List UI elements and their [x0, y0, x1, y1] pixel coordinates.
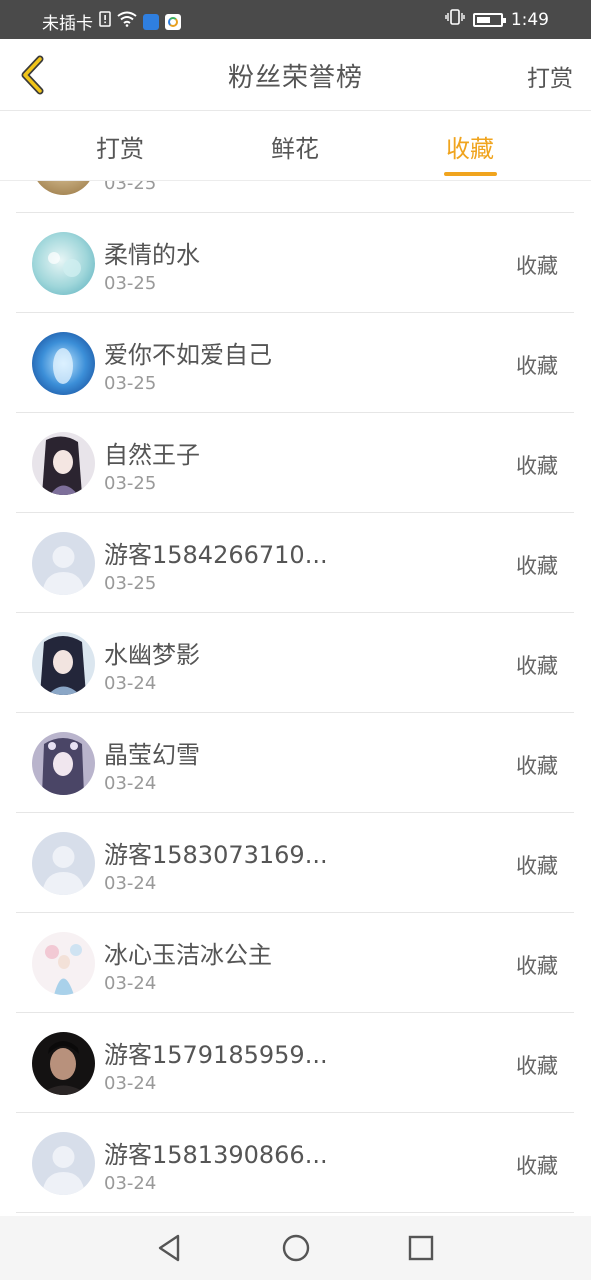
app-badge-icon — [143, 13, 159, 30]
status-left: 未插卡 — [42, 9, 181, 34]
fan-row[interactable]: 03-25收藏 — [16, 181, 574, 213]
nav-recents-button[interactable] — [405, 1232, 437, 1264]
fan-date: 03-24 — [104, 673, 157, 694]
avatar[interactable] — [32, 732, 95, 795]
fan-row[interactable]: 水幽梦影 03-24 收藏 — [16, 613, 574, 713]
fan-date: 03-24 — [104, 973, 157, 994]
fan-name: 游客1581390866... — [104, 1141, 328, 1169]
avatar[interactable] — [32, 632, 95, 695]
reward-button[interactable]: 打赏 — [527, 59, 573, 93]
active-tab-indicator — [444, 172, 497, 176]
fan-date: 03-25 — [104, 473, 157, 494]
fan-row[interactable]: 游客1579185959... 03-24 收藏 — [16, 1013, 574, 1113]
avatar[interactable] — [32, 232, 95, 295]
fan-action-label: 收藏 — [516, 654, 558, 678]
clock-time: 1:49 — [510, 9, 549, 30]
fan-action-label: 收藏 — [516, 1154, 558, 1178]
fan-action-label: 收藏 — [516, 954, 558, 978]
fan-date: 03-24 — [104, 1173, 157, 1194]
fan-action-label: 收藏 — [516, 754, 558, 778]
fan-row[interactable]: 自然王子 03-25 收藏 — [16, 413, 574, 513]
avatar[interactable] — [32, 432, 95, 495]
avatar[interactable] — [32, 332, 95, 395]
fan-name: 柔情的水 — [104, 241, 200, 269]
status-bar: 未插卡 1:49 — [0, 0, 591, 39]
fan-name: 游客1579185959... — [104, 1041, 328, 1069]
fan-date: 03-25 — [104, 373, 157, 394]
vibrate-icon — [445, 9, 465, 30]
fan-action-label: 收藏 — [516, 854, 558, 878]
fan-row[interactable]: 冰心玉洁冰公主 03-24 收藏 — [16, 913, 574, 1013]
fan-name: 游客1584266710... — [104, 541, 328, 569]
avatar[interactable] — [32, 932, 95, 995]
fan-name: 冰心玉洁冰公主 — [104, 941, 272, 969]
system-nav-bar — [0, 1216, 591, 1280]
fan-row[interactable]: 游客1583073169... 03-24 收藏 — [16, 813, 574, 913]
tab-reward[interactable]: 打赏 — [60, 129, 180, 164]
fan-name: 游客1583073169... — [104, 841, 328, 869]
fan-action-label: 收藏 — [516, 1054, 558, 1078]
home-circle-icon — [282, 1234, 310, 1262]
fan-name: 自然王子 — [104, 441, 200, 469]
back-triangle-icon — [158, 1234, 180, 1262]
fan-date: 03-24 — [104, 773, 157, 794]
page-title: 粉丝荣誉榜 — [227, 63, 363, 93]
fan-date: 03-25 — [104, 273, 157, 294]
tab-bar: 打赏 鲜花 收藏 — [0, 111, 591, 181]
fan-date: 03-25 — [104, 181, 157, 194]
avatar[interactable] — [32, 181, 95, 195]
fan-row[interactable]: 爱你不如爱自己 03-25 收藏 — [16, 313, 574, 413]
fan-action-label: 收藏 — [516, 454, 558, 478]
fan-row[interactable]: 游客1581390866... 03-24 收藏 — [16, 1113, 574, 1213]
fan-date: 03-24 — [104, 873, 157, 894]
status-right: 1:49 — [445, 9, 549, 30]
fan-date: 03-25 — [104, 573, 157, 594]
fan-row[interactable]: 晶莹幻雪 03-24 收藏 — [16, 713, 574, 813]
tab-favorites[interactable]: 收藏 — [410, 129, 530, 164]
nav-home-button[interactable] — [280, 1232, 312, 1264]
fan-list: 03-25收藏柔情的水03-25收藏爱你不如爱自己03-25收藏自然王子03-2… — [0, 181, 591, 1213]
sim-alert-icon — [99, 11, 111, 32]
fan-action-label: 收藏 — [516, 354, 558, 378]
fan-name: 水幽梦影 — [104, 641, 200, 669]
fan-list-viewport[interactable]: 03-25收藏柔情的水03-25收藏爱你不如爱自己03-25收藏自然王子03-2… — [0, 181, 591, 1216]
nav-back-button[interactable] — [154, 1232, 186, 1264]
wifi-icon — [117, 11, 137, 32]
fan-name: 晶莹幻雪 — [104, 741, 200, 769]
avatar[interactable] — [32, 832, 95, 895]
app-header: 粉丝荣誉榜 打赏 — [0, 39, 591, 111]
carrier-text: 未插卡 — [42, 14, 93, 34]
avatar[interactable] — [32, 1132, 95, 1195]
fan-name: 爱你不如爱自己 — [104, 341, 272, 369]
avatar[interactable] — [32, 532, 95, 595]
fan-action-label: 收藏 — [516, 554, 558, 578]
tab-flowers[interactable]: 鲜花 — [235, 129, 355, 164]
fan-row[interactable]: 柔情的水 03-25 收藏 — [16, 213, 574, 313]
fan-row[interactable]: 游客1584266710... 03-25 收藏 — [16, 513, 574, 613]
browser-badge-icon — [165, 13, 181, 30]
recents-square-icon — [408, 1235, 434, 1261]
avatar[interactable] — [32, 1032, 95, 1095]
battery-icon — [472, 12, 506, 27]
fan-action-label: 收藏 — [516, 254, 558, 278]
fan-date: 03-24 — [104, 1073, 157, 1094]
